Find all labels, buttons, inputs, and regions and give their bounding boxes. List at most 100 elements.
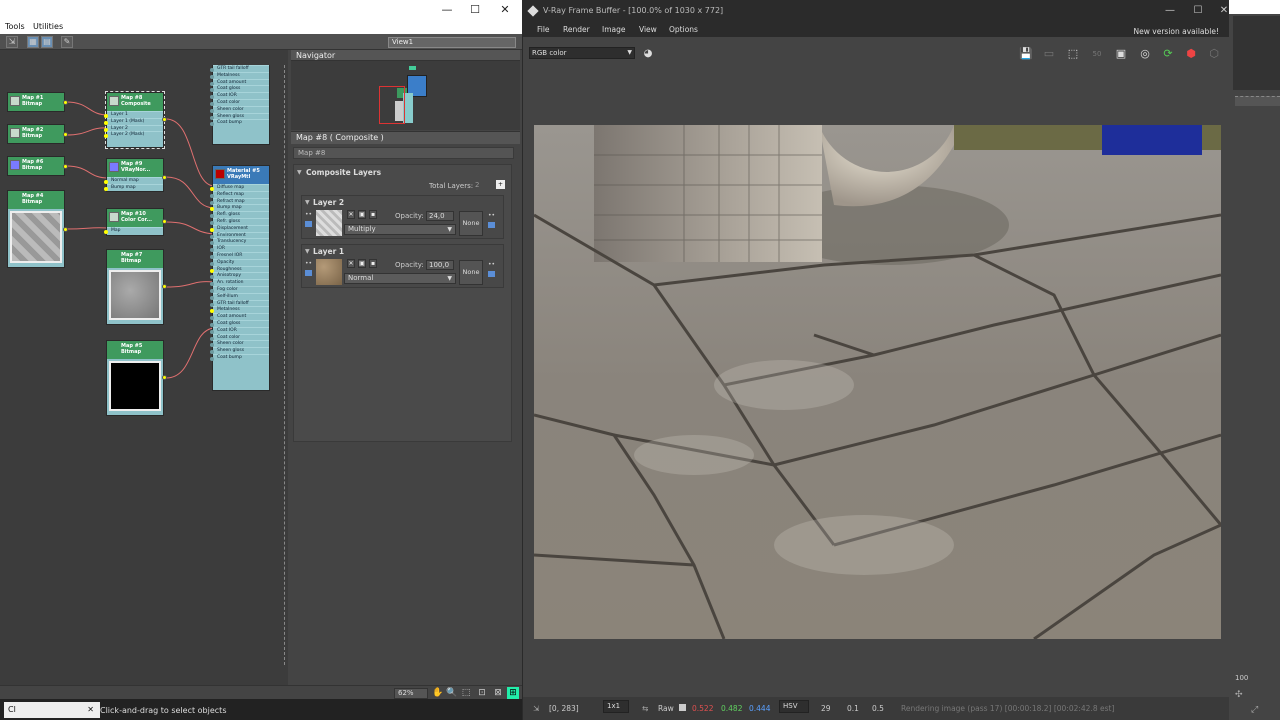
slot-row[interactable]: Coat gloss: [210, 319, 269, 327]
slot-row[interactable]: Layer 2: [104, 124, 163, 132]
slot-row[interactable]: Anisotropy: [210, 272, 269, 280]
mask-visibility-icon[interactable]: ••: [488, 261, 495, 268]
slot-row[interactable]: Sheen color: [210, 105, 269, 113]
slot-row[interactable]: Displacement: [210, 224, 269, 232]
slot-row[interactable]: Layer 1: [104, 111, 163, 118]
menu-options[interactable]: Options: [669, 25, 698, 34]
slot-connector-icon[interactable]: [104, 230, 108, 234]
slot-row[interactable]: IOR: [210, 245, 269, 253]
slot-row[interactable]: Map: [104, 227, 163, 234]
highlight-icon[interactable]: ⊞: [507, 687, 519, 699]
slot-row[interactable]: Layer 2 (Mask): [104, 131, 163, 139]
node-graph-view[interactable]: Map #1 Bitmap Map #2 Bitmap Map #6 Bitmap M…: [0, 50, 288, 685]
slot-row[interactable]: Diffuse map: [210, 184, 269, 191]
visibility-icon[interactable]: ••: [305, 260, 312, 267]
slot-row[interactable]: Refract map: [210, 197, 269, 205]
node-map-8-composite[interactable]: Map #8 Composite Layer 1 Layer 1 (Mask) Lay…: [104, 91, 167, 149]
node-map-9[interactable]: Map #9 VRayNor... Normal map Bump map: [104, 158, 167, 192]
mono-toggle-icon[interactable]: ◕: [640, 46, 656, 62]
node-map-10[interactable]: Map #10 Color Cor... Map: [104, 208, 167, 236]
node-map-6[interactable]: Map #6 Bitmap: [7, 156, 68, 176]
add-layer-icon[interactable]: +: [496, 180, 505, 189]
region-render-icon[interactable]: ⬚: [1065, 46, 1081, 62]
zoom-extents-icon[interactable]: ⊡: [476, 687, 488, 699]
slot-row[interactable]: Coat gloss: [210, 85, 269, 93]
visibility-toggle-icon[interactable]: ▪: [369, 210, 377, 219]
lens-effects-icon[interactable]: ◎: [1137, 46, 1153, 62]
slot-row[interactable]: Coat color: [210, 98, 269, 106]
view-select[interactable]: View1: [388, 37, 516, 48]
slot-row[interactable]: Translucency: [210, 238, 269, 246]
layout-icon[interactable]: ⇲: [6, 36, 18, 48]
zoom-region-icon[interactable]: ⬚: [460, 687, 472, 699]
node-map-7[interactable]: Map #7 Bitmap: [106, 249, 167, 325]
node-map-1[interactable]: Map #1 Bitmap: [7, 92, 68, 112]
slot-row[interactable]: Coat amount: [210, 78, 269, 86]
slot-connector-icon[interactable]: [104, 134, 108, 139]
scale-select[interactable]: 1x1: [603, 700, 629, 713]
visibility-toggle-icon[interactable]: ▪: [369, 259, 377, 268]
render-icon[interactable]: ⬢: [1183, 46, 1199, 62]
list-view-icon[interactable]: ▤: [41, 36, 53, 48]
camera-icon[interactable]: ▣: [1113, 46, 1129, 62]
opacity-spinner[interactable]: 100,0: [426, 260, 454, 270]
slot-row[interactable]: Bump map: [210, 204, 269, 212]
mask-visibility-icon[interactable]: ••: [488, 212, 495, 219]
menu-image[interactable]: Image: [602, 25, 626, 34]
menu-view[interactable]: View: [639, 25, 657, 34]
mask-map-button[interactable]: None: [459, 260, 483, 285]
close-icon[interactable]: ✕: [87, 702, 94, 718]
slot-row[interactable]: Metalness: [210, 306, 269, 314]
ratio-icon[interactable]: 50: [1089, 46, 1105, 62]
pin-icon[interactable]: ⇲: [533, 704, 539, 713]
layer-2-header[interactable]: ▼ Layer 2: [302, 196, 503, 209]
viewport-nav-icon[interactable]: ✣: [1235, 690, 1243, 700]
color-correct-icon[interactable]: [305, 221, 312, 227]
save-icon[interactable]: 💾: [1018, 46, 1034, 62]
rendered-image[interactable]: [534, 125, 1221, 639]
minimize-button[interactable]: —: [432, 0, 462, 20]
zoom-selected-icon[interactable]: ⊠: [492, 687, 504, 699]
slot-row[interactable]: Sheen color: [210, 340, 269, 348]
stop-icon[interactable]: ⬡: [1206, 46, 1222, 62]
pick-icon[interactable]: ✎: [61, 36, 73, 48]
slot-row[interactable]: Bump map: [104, 183, 163, 191]
minimize-button[interactable]: —: [1155, 0, 1185, 22]
menu-tools[interactable]: Tools: [5, 22, 25, 31]
slot-row[interactable]: Fog color: [210, 285, 269, 293]
menu-render[interactable]: Render: [563, 25, 590, 34]
maximize-viewport-icon[interactable]: ⤢: [1251, 705, 1258, 715]
mask-color-correct-icon[interactable]: [488, 271, 495, 277]
menu-file[interactable]: File: [537, 25, 550, 34]
blend-mode-select[interactable]: Multiply ▼: [344, 224, 456, 235]
compare-icon[interactable]: ⇆: [642, 704, 648, 713]
slot-connector-icon[interactable]: [104, 186, 108, 191]
new-version-link[interactable]: New version available!: [1134, 27, 1219, 36]
mask-color-correct-icon[interactable]: [488, 222, 495, 228]
colorspace-select[interactable]: HSV: [779, 700, 809, 713]
zoom-select[interactable]: 62%: [394, 688, 428, 699]
channel-select[interactable]: RGB color ▼: [529, 47, 635, 59]
blend-mode-select[interactable]: Normal ▼: [344, 273, 456, 284]
slot-row[interactable]: GTR tail falloff: [210, 299, 269, 307]
navigator-view[interactable]: [291, 61, 520, 130]
slot-row[interactable]: Coat IOR: [210, 326, 269, 334]
delete-layer-icon[interactable]: ✕: [347, 210, 355, 219]
layer-texture-thumbnail[interactable]: [316, 210, 342, 236]
slot-row[interactable]: Refl. gloss: [210, 211, 269, 219]
duplicate-layer-icon[interactable]: ▣: [358, 210, 366, 219]
slot-row[interactable]: Reflect map: [210, 190, 269, 198]
slot-row[interactable]: Fresnel IOR: [210, 251, 269, 259]
slot-row[interactable]: An. rotation: [210, 279, 269, 287]
maximize-button[interactable]: ☐: [460, 0, 490, 20]
slot-row[interactable]: Coat color: [210, 333, 269, 341]
duplicate-icon[interactable]: ▭: [1041, 46, 1057, 62]
slot-row[interactable]: Self-illum: [210, 292, 269, 300]
node-material[interactable]: Material #5 VRayMtl Diffuse map Reflect ma…: [210, 165, 270, 391]
slot-row[interactable]: Coat amount: [210, 313, 269, 321]
duplicate-layer-icon[interactable]: ▣: [358, 259, 366, 268]
slot-row[interactable]: Coat bump: [210, 353, 269, 361]
zoom-icon[interactable]: 🔍: [446, 687, 458, 699]
slot-row[interactable]: Metalness: [210, 71, 269, 79]
slot-row[interactable]: Environment: [210, 231, 269, 239]
